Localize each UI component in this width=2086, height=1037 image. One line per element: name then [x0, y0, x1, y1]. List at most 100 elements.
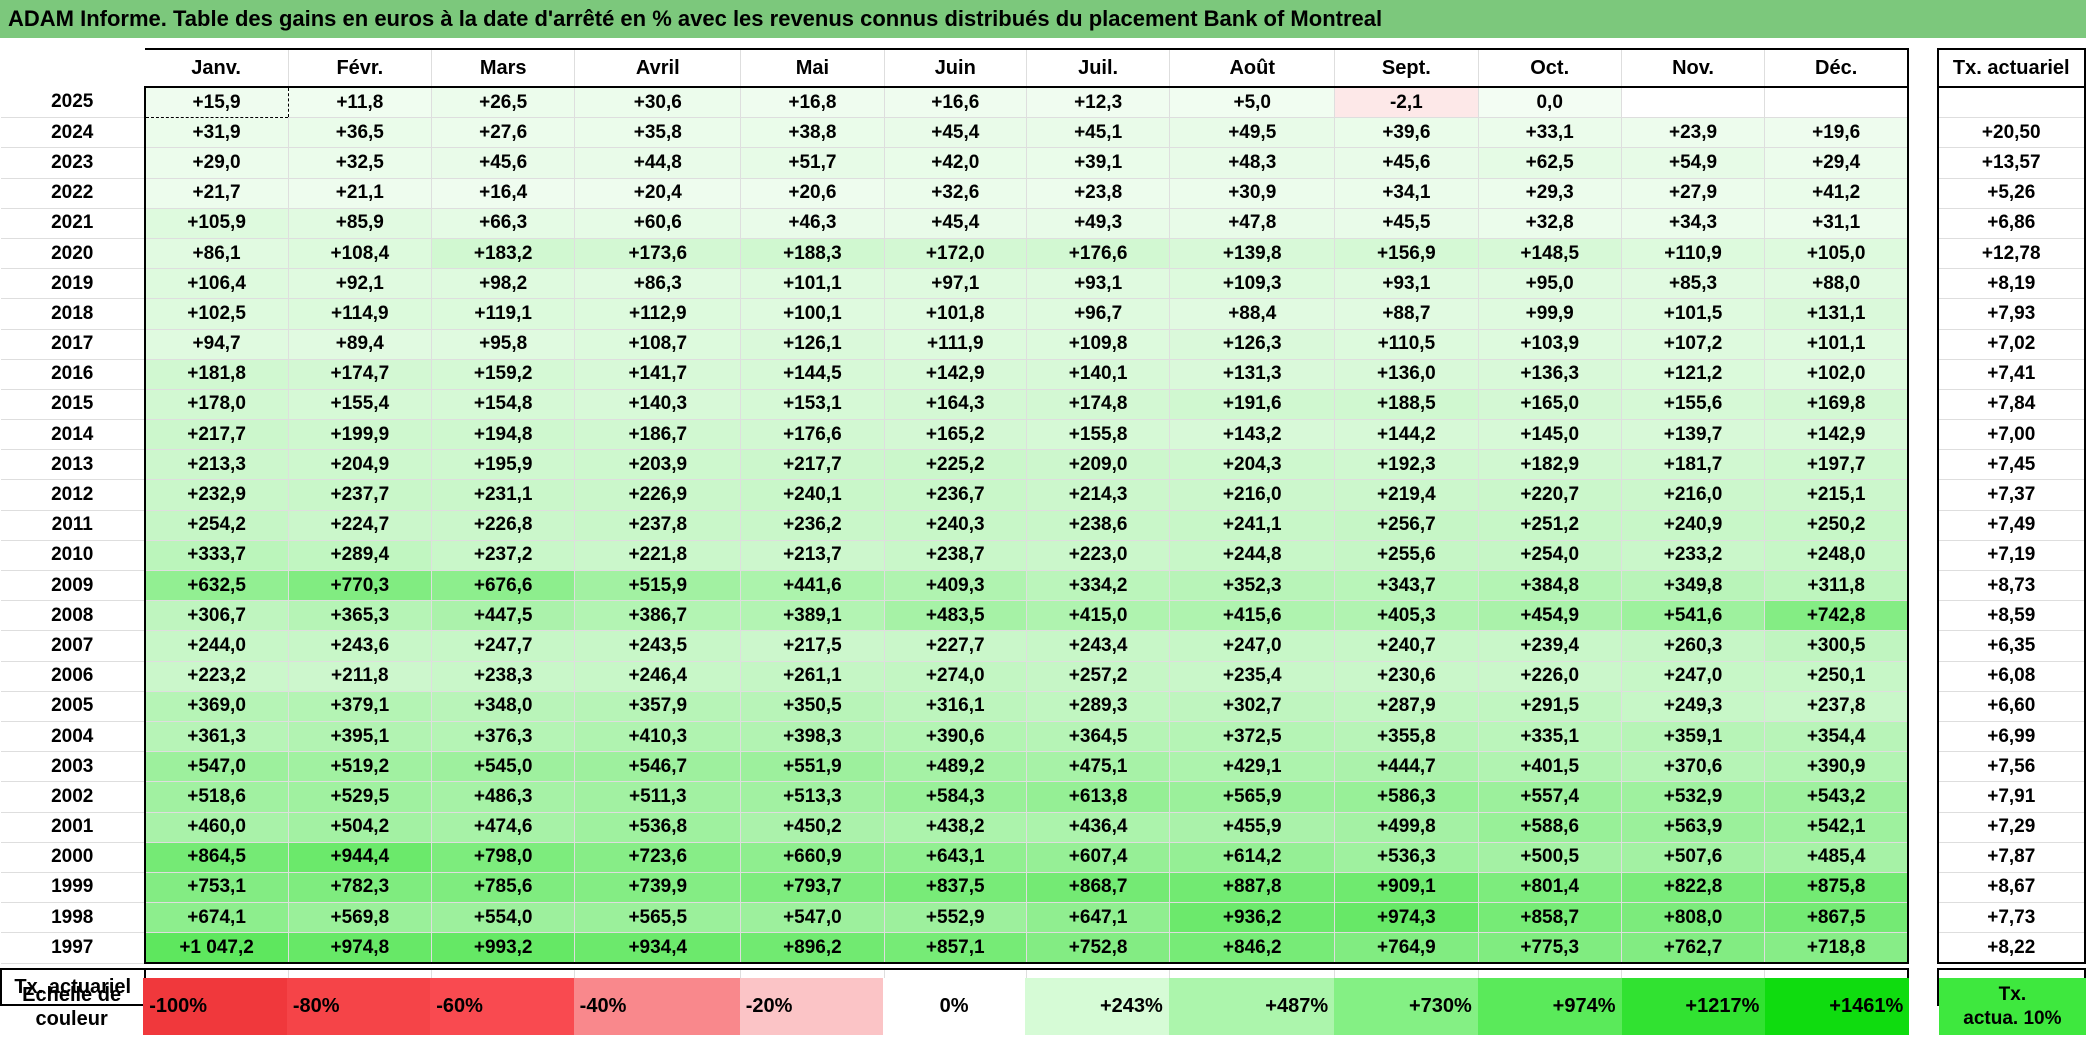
column-gap [1908, 449, 1938, 480]
gain-cell: +194,8 [431, 419, 576, 451]
column-gap [1908, 872, 1938, 903]
gain-cell: +30,6 [574, 87, 742, 119]
month-header: Nov. [1621, 48, 1766, 88]
gain-cell: +29,3 [1478, 178, 1622, 209]
gain-cell: +389,1 [740, 600, 885, 632]
gain-cell: +35,8 [574, 117, 742, 149]
gain-cell: +95,0 [1478, 268, 1622, 300]
gain-cell: +647,1 [1026, 902, 1171, 934]
column-gap [1908, 389, 1938, 420]
gain-cell: +896,2 [740, 932, 885, 965]
gain-cell: +23,9 [1621, 117, 1766, 149]
gain-cell: +485,4 [1764, 842, 1910, 873]
gain-cell: +511,3 [574, 781, 742, 813]
table-row: 2012 +232,9 +237,7 +231,1 +226,9 +240,1 +236,7… [1, 479, 2086, 511]
table-row: 2006 +223,2 +211,8 +238,3 +246,4 +261,1 +274,0… [1, 661, 2086, 692]
year-label: 2002 [1, 781, 146, 813]
gain-cell: +88,0 [1764, 268, 1910, 300]
report-title: ADAM Informe. Table des gains en euros à… [0, 0, 2086, 38]
gain-cell: +26,5 [431, 87, 576, 119]
gain-cell: +154,8 [431, 389, 576, 421]
gain-cell: +541,6 [1621, 600, 1766, 632]
gain-cell: +139,7 [1621, 419, 1766, 451]
year-label: 2025 [1, 87, 146, 119]
gain-cell: +96,7 [1026, 298, 1171, 330]
gain-cell: +66,3 [431, 208, 576, 239]
gain-cell: +192,3 [1334, 449, 1479, 481]
gain-cell: +126,1 [740, 329, 885, 360]
gain-cell: +542,1 [1764, 812, 1910, 843]
gain-cell: 0,0 [1478, 87, 1622, 119]
table-row: 1999 +753,1 +782,3 +785,6 +739,9 +793,7 +837,5… [1, 872, 2086, 904]
column-gap [1908, 87, 1938, 118]
gain-cell: +195,9 [431, 449, 576, 481]
gain-cell: +155,4 [288, 389, 433, 421]
gain-cell: +155,8 [1026, 419, 1171, 451]
gain-cell: +536,8 [574, 812, 742, 843]
gain-cell: +131,1 [1764, 298, 1910, 330]
gain-cell: +110,9 [1621, 238, 1766, 270]
gain-cell: +489,2 [884, 751, 1027, 783]
gain-cell: +217,7 [144, 419, 289, 451]
column-gap [1908, 208, 1938, 239]
gain-cell: +142,9 [884, 359, 1027, 390]
gain-cell: +660,9 [740, 842, 885, 873]
gain-cell: +97,1 [884, 268, 1027, 300]
gain-cell: +32,6 [884, 178, 1027, 209]
color-scale-step: +974% [1477, 978, 1622, 1035]
column-gap [1908, 329, 1938, 360]
gain-cell: +306,7 [144, 600, 289, 632]
gain-cell: +291,5 [1478, 691, 1622, 722]
tx-actuariel-cell: +6,99 [1936, 721, 2086, 753]
gain-cell: +62,5 [1478, 147, 1622, 179]
gain-cell: +29,0 [144, 147, 289, 179]
gain-cell: +410,3 [574, 721, 742, 753]
gain-cell: +770,3 [288, 570, 433, 602]
gain-cell: +243,4 [1026, 630, 1171, 662]
tx-actuariel-cell: +7,49 [1936, 510, 2086, 541]
month-header: Mars [431, 48, 576, 88]
gain-cell: +762,7 [1621, 932, 1766, 965]
gain-cell: +5,0 [1169, 87, 1336, 119]
gain-cell: +552,9 [884, 902, 1027, 934]
gain-cell: +343,7 [1334, 570, 1479, 602]
year-label: 2019 [1, 268, 146, 300]
table-row: 2015 +178,0 +155,4 +154,8 +140,3 +153,1 +164,3… [1, 389, 2086, 421]
gain-cell: +543,2 [1764, 781, 1910, 813]
gain-cell: +181,8 [144, 359, 289, 390]
gain-cell: +398,3 [740, 721, 885, 753]
gain-cell: +100,1 [740, 298, 885, 330]
gain-cell: +144,2 [1334, 419, 1479, 451]
gain-cell: +47,8 [1169, 208, 1336, 239]
gain-cell: +355,8 [1334, 721, 1479, 753]
gain-cell: +11,8 [288, 87, 433, 119]
gain-cell: +289,4 [288, 540, 433, 572]
column-gap [1908, 902, 1938, 933]
year-label: 2010 [1, 540, 146, 572]
tx-actuariel-cell: +8,59 [1936, 600, 2086, 632]
month-header: Mai [740, 48, 885, 88]
column-gap [1908, 691, 1938, 722]
gain-cell: +557,4 [1478, 781, 1622, 813]
gain-cell: +39,6 [1334, 117, 1479, 149]
gain-cell: +676,6 [431, 570, 576, 602]
gain-cell: +333,7 [144, 540, 289, 572]
gain-cell: +614,2 [1169, 842, 1336, 873]
gain-cell: +243,6 [288, 630, 433, 662]
gain-cell: +401,5 [1478, 751, 1622, 783]
color-scale-step: +1217% [1621, 978, 1766, 1035]
gain-cell: +16,4 [431, 178, 576, 209]
column-gap [1908, 419, 1938, 450]
gain-cell: +164,3 [884, 389, 1027, 421]
gain-cell: +110,5 [1334, 329, 1479, 360]
column-gap [1908, 570, 1938, 601]
column-gap [1908, 630, 1938, 662]
color-scale-step: +730% [1334, 978, 1478, 1035]
gain-cell: +450,2 [740, 812, 885, 843]
gain-cell: +233,2 [1621, 540, 1766, 572]
gain-cell: +238,7 [884, 540, 1027, 572]
gain-cell: +302,7 [1169, 691, 1336, 722]
gain-cell: +42,0 [884, 147, 1027, 179]
gain-cell: +178,0 [144, 389, 289, 421]
gain-cell: +191,6 [1169, 389, 1336, 421]
